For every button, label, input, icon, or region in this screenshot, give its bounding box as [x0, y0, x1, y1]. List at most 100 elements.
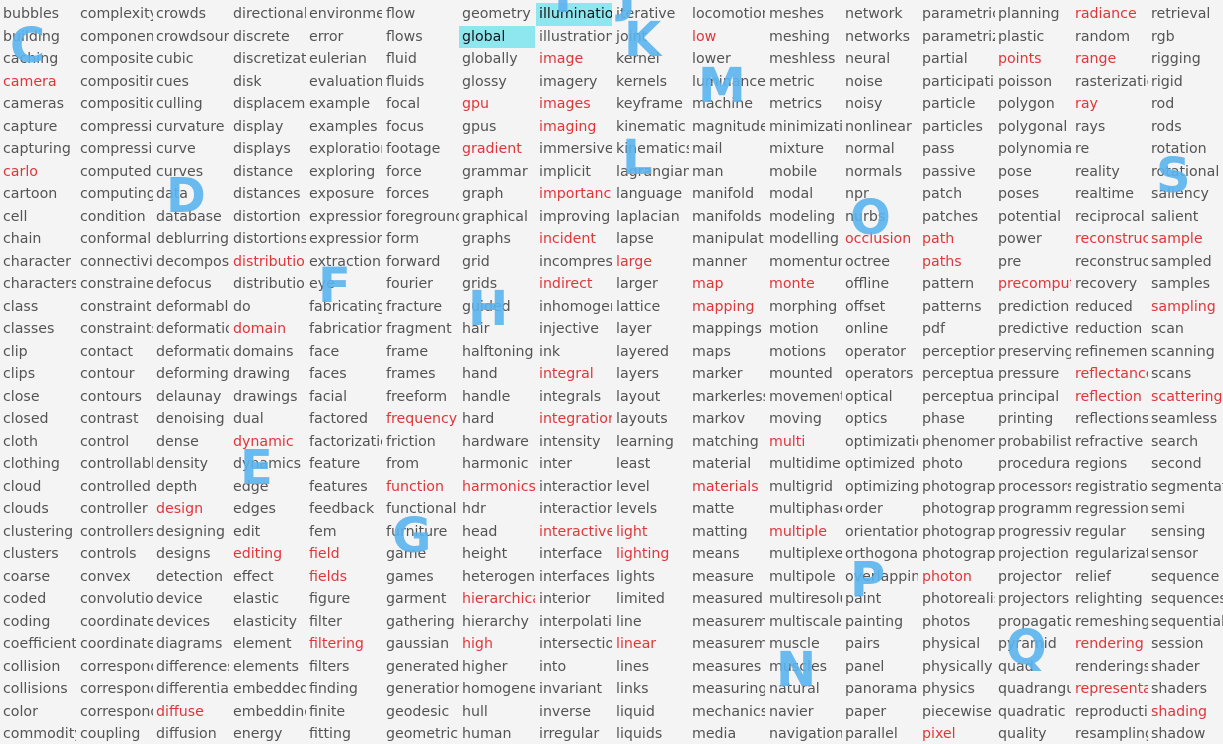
word-item[interactable]: reproduction [1072, 701, 1148, 724]
word-item[interactable]: games [383, 566, 459, 589]
word-item[interactable]: hair [459, 318, 535, 341]
word-item[interactable]: interior [536, 588, 612, 611]
word-item[interactable]: maps [689, 341, 765, 364]
word-item[interactable]: clip [0, 341, 76, 364]
word-item[interactable]: means [689, 543, 765, 566]
word-item[interactable]: marker [689, 363, 765, 386]
highlighted-word-item[interactable]: path [919, 228, 995, 251]
word-item[interactable]: session [1148, 633, 1223, 656]
word-item[interactable]: coordinate [77, 611, 153, 634]
word-item[interactable]: cloud [0, 476, 76, 499]
word-item[interactable]: flows [383, 26, 459, 49]
word-item[interactable]: networks [842, 26, 918, 49]
word-item[interactable]: photograph [919, 476, 995, 499]
word-item[interactable]: invariant [536, 678, 612, 701]
word-item[interactable]: fluid [383, 48, 459, 71]
word-item[interactable]: parallel [842, 723, 918, 744]
word-item[interactable]: frames [383, 363, 459, 386]
word-item[interactable]: measure [689, 566, 765, 589]
word-item[interactable]: injective [536, 318, 612, 341]
word-item[interactable]: physics [919, 678, 995, 701]
word-item[interactable]: depth [153, 476, 229, 499]
word-item[interactable]: discrete [230, 26, 306, 49]
word-item[interactable]: quadrangulation [995, 678, 1071, 701]
word-item[interactable]: directional [230, 3, 306, 26]
word-item[interactable]: height [459, 543, 535, 566]
word-item[interactable]: effect [230, 566, 306, 589]
word-item[interactable]: kinematic [613, 116, 689, 139]
word-item[interactable]: markerless [689, 386, 765, 409]
word-item[interactable]: crowds [153, 3, 229, 26]
word-item[interactable]: evaluation [306, 71, 382, 94]
word-item[interactable]: reality [1072, 161, 1148, 184]
word-item[interactable]: noisy [842, 93, 918, 116]
word-item[interactable]: optimizing [842, 476, 918, 499]
highlighted-word-item[interactable]: incident [536, 228, 612, 251]
word-item[interactable]: computed [77, 161, 153, 184]
word-item[interactable]: displacement [230, 93, 306, 116]
word-item[interactable]: hdr [459, 498, 535, 521]
word-item[interactable]: lattice [613, 296, 689, 319]
highlighted-word-item[interactable]: gradient [459, 138, 535, 161]
word-item[interactable]: metrics [766, 93, 842, 116]
word-item[interactable]: character [0, 251, 76, 274]
word-item[interactable]: coupling [77, 723, 153, 744]
highlighted-word-item[interactable]: integration [536, 408, 612, 431]
word-item[interactable]: rigid [1148, 71, 1223, 94]
word-item[interactable]: manipulation [689, 228, 765, 251]
highlighted-word-item[interactable]: low [689, 26, 765, 49]
word-item[interactable]: larger [613, 273, 689, 296]
word-item[interactable]: samples [1148, 273, 1223, 296]
highlighted-word-item[interactable]: gpu [459, 93, 535, 116]
word-item[interactable]: convolution [77, 588, 153, 611]
word-item[interactable]: polynomial [995, 138, 1071, 161]
word-item[interactable]: extraction [306, 251, 382, 274]
word-item[interactable]: printing [995, 408, 1071, 431]
word-item[interactable]: classes [0, 318, 76, 341]
word-item[interactable]: measured [689, 588, 765, 611]
word-item[interactable]: orthogonal [842, 543, 918, 566]
word-item[interactable]: grid [459, 251, 535, 274]
word-item[interactable]: potential [995, 206, 1071, 229]
highlighted-word-item[interactable]: editing [230, 543, 306, 566]
word-item[interactable]: deformations [153, 341, 229, 364]
word-item[interactable]: fabricating [306, 296, 382, 319]
word-item[interactable]: shader [1148, 656, 1223, 679]
word-item[interactable]: differences [153, 656, 229, 679]
word-item[interactable]: resampling [1072, 723, 1148, 744]
word-item[interactable]: commodity [0, 723, 76, 744]
word-item[interactable]: fourier [383, 273, 459, 296]
word-item[interactable]: navigation [766, 723, 842, 744]
word-item[interactable]: layouts [613, 408, 689, 431]
word-item[interactable]: distortions [230, 228, 306, 251]
highlighted-word-item[interactable]: field [306, 543, 382, 566]
word-item[interactable]: edges [230, 498, 306, 521]
word-item[interactable]: cues [153, 71, 229, 94]
word-item[interactable]: layer [613, 318, 689, 341]
word-item[interactable]: rod [1148, 93, 1223, 116]
word-item[interactable]: conformal [77, 228, 153, 251]
word-item[interactable]: clips [0, 363, 76, 386]
word-item[interactable]: devices [153, 611, 229, 634]
word-item[interactable]: factorization [306, 431, 382, 454]
highlighted-word-item[interactable]: frequency [383, 408, 459, 431]
word-item[interactable]: expression [306, 206, 382, 229]
word-item[interactable]: distributions [230, 273, 306, 296]
word-item[interactable]: regular [1072, 521, 1148, 544]
word-item[interactable]: glossy [459, 71, 535, 94]
word-item[interactable]: frame [383, 341, 459, 364]
word-item[interactable]: sampled [1148, 251, 1223, 274]
word-item[interactable]: chain [0, 228, 76, 251]
word-item[interactable]: dense [153, 431, 229, 454]
word-item[interactable]: paper [842, 701, 918, 724]
word-item[interactable]: finite [306, 701, 382, 724]
word-item[interactable]: coded [0, 588, 76, 611]
word-item[interactable]: integrals [536, 386, 612, 409]
word-item[interactable]: composite [77, 48, 153, 71]
word-item[interactable]: closed [0, 408, 76, 431]
highlighted-word-item[interactable]: light [613, 521, 689, 544]
word-item[interactable]: quadratic [995, 701, 1071, 724]
word-item[interactable]: embedded [230, 678, 306, 701]
word-item[interactable]: mappings [689, 318, 765, 341]
word-item[interactable]: features [306, 476, 382, 499]
